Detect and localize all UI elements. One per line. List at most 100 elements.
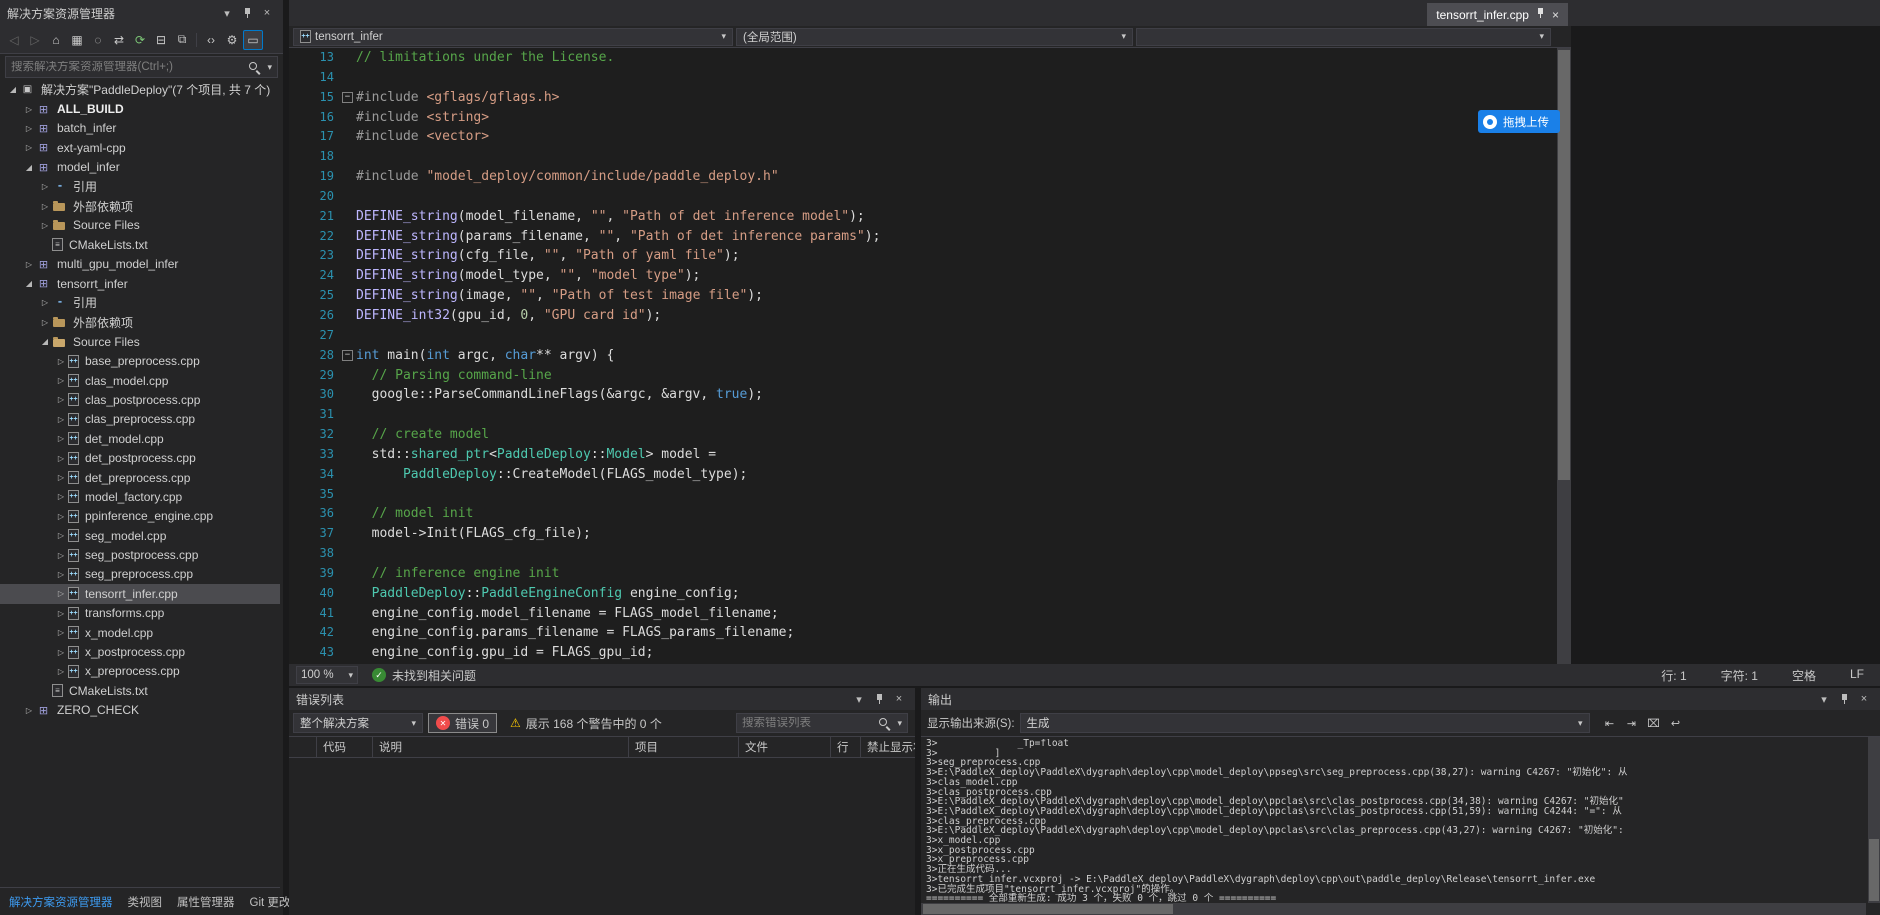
tree-item[interactable]: ▷++base_preprocess.cpp — [0, 351, 280, 370]
collapse-all-icon[interactable]: ⊟ — [151, 30, 171, 50]
close-icon[interactable]: × — [1552, 8, 1559, 22]
zoom-dropdown[interactable]: 100 % ▾ — [296, 666, 358, 684]
code-line[interactable]: 37 model->Init(FLAGS_cfg_file); — [289, 524, 1571, 544]
expand-arrow-icon[interactable]: ▷ — [22, 260, 36, 269]
output-text[interactable]: 3> _Tp=float3> ]3>seg_preprocess.cpp3>E:… — [926, 739, 1864, 903]
code-line[interactable]: 38 — [289, 544, 1571, 564]
expand-arrow-icon[interactable]: ▷ — [54, 570, 68, 579]
expand-arrow-icon[interactable]: ▷ — [54, 551, 68, 560]
tree-item[interactable]: ▷++transforms.cpp — [0, 604, 280, 623]
expand-arrow-icon[interactable]: ▷ — [54, 395, 68, 404]
collapse-arrow-icon[interactable]: ◢ — [22, 279, 36, 288]
code-line[interactable]: 14 — [289, 68, 1571, 88]
search-icon[interactable] — [878, 717, 891, 730]
expand-arrow-icon[interactable]: ▷ — [54, 609, 68, 618]
fold-collapse-icon[interactable]: − — [342, 92, 353, 103]
tree-item[interactable]: ▷++ppinference_engine.cpp — [0, 507, 280, 526]
code-line[interactable]: 35 — [289, 485, 1571, 505]
tree-item[interactable]: ▷⊞batch_infer — [0, 119, 280, 138]
expand-arrow-icon[interactable]: ▷ — [22, 143, 36, 152]
code-line[interactable]: 33 std::shared_ptr<PaddleDeploy::Model> … — [289, 445, 1571, 465]
code-line[interactable]: 39 // inference engine init — [289, 564, 1571, 584]
tree-item[interactable]: ▷外部依赖项 — [0, 313, 280, 332]
tree-item[interactable]: ▷++clas_model.cpp — [0, 371, 280, 390]
tree-item[interactable]: ▷外部依赖项 — [0, 196, 280, 215]
chevron-down-icon[interactable]: ▾ — [218, 5, 236, 21]
tree-item[interactable]: ▷++seg_postprocess.cpp — [0, 545, 280, 564]
tree-item[interactable]: ▷++x_model.cpp — [0, 623, 280, 642]
code-line[interactable]: 29 // Parsing command-line — [289, 366, 1571, 386]
tree-item[interactable]: ▷++x_postprocess.cpp — [0, 642, 280, 661]
code-line[interactable]: 40 PaddleDeploy::PaddleEngineConfig engi… — [289, 584, 1571, 604]
code-line[interactable]: 18 — [289, 147, 1571, 167]
expand-arrow-icon[interactable]: ▷ — [54, 454, 68, 463]
code-line[interactable]: 43 engine_config.gpu_id = FLAGS_gpu_id; — [289, 643, 1571, 663]
error-column-header[interactable]: 行 — [831, 737, 861, 757]
show-all-files-icon[interactable]: ⧉ — [172, 30, 192, 50]
refresh-icon[interactable]: ⟳ — [130, 30, 150, 50]
view-code-icon[interactable]: ‹› — [201, 30, 221, 50]
tree-item[interactable]: ▷▪▪引用 — [0, 293, 280, 312]
output-source-dropdown[interactable]: 生成 ▾ — [1020, 713, 1590, 733]
properties-icon[interactable]: ⚙ — [222, 30, 242, 50]
pending-changes-filter-icon[interactable]: ◌ — [88, 30, 108, 50]
scope-dropdown[interactable]: (全局范围) ▾ — [736, 28, 1133, 46]
tree-item[interactable]: ▷++det_postprocess.cpp — [0, 448, 280, 467]
toggle-word-wrap-icon[interactable]: ↩ — [1666, 713, 1686, 733]
code-line[interactable]: 20 — [289, 187, 1571, 207]
status-line[interactable]: 行: 1 — [1661, 667, 1686, 684]
code-line[interactable]: 23DEFINE_string(cfg_file, "", "Path of y… — [289, 246, 1571, 266]
code-line[interactable]: 19#include "model_deploy/common/include/… — [289, 167, 1571, 187]
warnings-filter-button[interactable]: ⚠ 展示 168 个警告中的 0 个 — [502, 713, 670, 733]
expand-arrow-icon[interactable]: ▷ — [54, 415, 68, 424]
error-column-header[interactable] — [289, 737, 317, 757]
expand-arrow-icon[interactable]: ▷ — [54, 473, 68, 482]
code-line[interactable]: 36 // model init — [289, 504, 1571, 524]
code-line[interactable]: 42 engine_config.params_filename = FLAGS… — [289, 623, 1571, 643]
errors-filter-button[interactable]: ✕ 错误 0 — [428, 713, 497, 733]
code-line[interactable]: 24DEFINE_string(model_type, "", "model t… — [289, 266, 1571, 286]
member-dropdown[interactable]: ▾ — [1136, 28, 1551, 46]
expand-arrow-icon[interactable]: ▷ — [54, 628, 68, 637]
project-dropdown[interactable]: ++ tensorrt_infer ▾ — [293, 28, 733, 46]
tree-item[interactable]: ▷++clas_preprocess.cpp — [0, 410, 280, 429]
tree-item[interactable]: ▷▪▪引用 — [0, 177, 280, 196]
chevron-down-icon[interactable]: ▾ — [1815, 691, 1833, 707]
close-icon[interactable]: × — [258, 5, 276, 21]
search-icon[interactable] — [248, 61, 261, 74]
scrollbar-thumb[interactable] — [923, 904, 1173, 914]
health-check-icon[interactable]: ✓ — [372, 668, 386, 682]
error-search-input[interactable] — [742, 717, 878, 729]
status-eol[interactable]: LF — [1850, 667, 1864, 684]
scrollbar-thumb[interactable] — [1869, 839, 1879, 901]
expand-arrow-icon[interactable]: ▷ — [54, 648, 68, 657]
code-line[interactable]: 41 engine_config.model_filename = FLAGS_… — [289, 604, 1571, 624]
code-line[interactable]: 25DEFINE_string(image, "", "Path of test… — [289, 286, 1571, 306]
tree-item[interactable]: ▷Source Files — [0, 216, 280, 235]
collapse-arrow-icon[interactable]: ◢ — [38, 337, 52, 346]
code-line[interactable]: 27 — [289, 326, 1571, 346]
expand-arrow-icon[interactable]: ▷ — [54, 434, 68, 443]
jump-to-next-message-icon[interactable]: ⇥ — [1622, 713, 1642, 733]
error-search-box[interactable]: ▾ — [736, 713, 908, 733]
tree-item[interactable]: ◢▣解决方案"PaddleDeploy"(7 个项目, 共 7 个) — [0, 80, 280, 99]
output-vertical-scrollbar[interactable] — [1868, 737, 1880, 903]
tree-item[interactable]: ◢⊞model_infer — [0, 158, 280, 177]
forward-icon[interactable]: ▷ — [25, 30, 45, 50]
search-options-chevron-icon[interactable]: ▾ — [267, 62, 272, 73]
status-column[interactable]: 字符: 1 — [1721, 667, 1758, 684]
expand-arrow-icon[interactable]: ▷ — [54, 492, 68, 501]
expand-arrow-icon[interactable]: ▷ — [54, 667, 68, 676]
expand-arrow-icon[interactable]: ▷ — [38, 298, 52, 307]
code-line[interactable]: 17#include <vector> — [289, 127, 1571, 147]
tree-item[interactable]: ▷++clas_postprocess.cpp — [0, 390, 280, 409]
expand-arrow-icon[interactable]: ▷ — [38, 221, 52, 230]
expand-arrow-icon[interactable]: ▷ — [22, 105, 36, 114]
expand-arrow-icon[interactable]: ▷ — [38, 318, 52, 327]
error-scope-dropdown[interactable]: 整个解决方案 ▾ — [293, 713, 423, 733]
expand-arrow-icon[interactable]: ▷ — [54, 357, 68, 366]
error-column-header[interactable]: 代码 — [317, 737, 373, 757]
back-icon[interactable]: ◁ — [4, 30, 24, 50]
tree-item[interactable]: ≡CMakeLists.txt — [0, 681, 280, 700]
panel-tab-git-changes[interactable]: Git 更改 — [250, 894, 291, 910]
